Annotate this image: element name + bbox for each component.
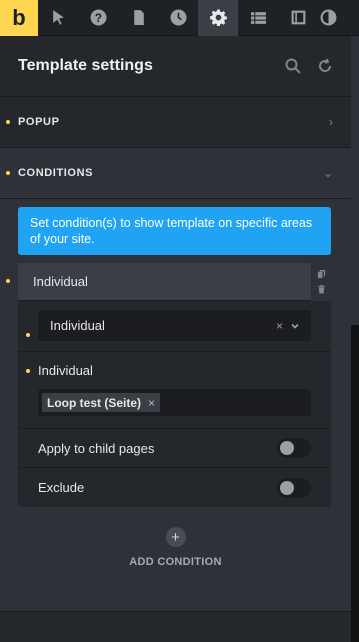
condition-type-row: Individual × <box>18 310 331 352</box>
apply-child-toggle[interactable] <box>277 438 311 458</box>
condition-title: Individual <box>33 274 88 289</box>
conditions-body: Set condition(s) to show template on spe… <box>0 199 351 612</box>
individual-tag-input[interactable]: Loop test (Seite) × <box>38 389 311 416</box>
chevron-down-icon: ⌄ <box>322 166 333 180</box>
top-toolbar: b ? <box>0 0 359 36</box>
page-title: Template settings <box>18 57 153 74</box>
modified-dot <box>26 333 30 337</box>
section-popup-label: POPUP <box>18 116 60 128</box>
apply-child-row: Apply to child pages <box>18 429 331 468</box>
condition-type-select[interactable]: Individual × <box>38 310 311 341</box>
condition-header[interactable]: Individual <box>18 263 331 301</box>
logo[interactable]: b <box>0 0 38 36</box>
modified-dot <box>6 171 10 175</box>
plus-icon[interactable]: + <box>165 527 186 547</box>
canvas-edge <box>351 325 359 642</box>
exclude-label: Exclude <box>38 480 85 495</box>
settings-panel: Template settings POPUP › CONDITIONS ⌄ S… <box>0 36 351 642</box>
exclude-row: Exclude <box>18 468 331 507</box>
history-icon[interactable] <box>158 0 198 36</box>
exclude-toggle[interactable] <box>277 477 311 498</box>
modified-dot <box>6 279 10 283</box>
settings-icon[interactable] <box>198 0 238 36</box>
individual-row: Individual Loop test (Seite) × <box>18 352 331 429</box>
info-message: Set condition(s) to show template on spe… <box>18 207 331 255</box>
layout-icon[interactable] <box>278 0 318 36</box>
individual-label: Individual <box>38 363 93 378</box>
panel-header: Template settings <box>0 36 351 97</box>
section-conditions[interactable]: CONDITIONS ⌄ <box>0 148 351 199</box>
cursor-icon[interactable] <box>38 0 78 36</box>
svg-text:?: ? <box>94 12 101 25</box>
help-icon[interactable]: ? <box>78 0 118 36</box>
condition-tools <box>311 263 331 301</box>
copy-icon[interactable] <box>317 270 326 279</box>
page-icon[interactable] <box>118 0 158 36</box>
apply-child-label: Apply to child pages <box>38 440 155 456</box>
add-condition[interactable]: + ADD CONDITION <box>0 527 351 568</box>
select-value: Individual <box>50 318 105 333</box>
trash-icon[interactable] <box>317 285 326 294</box>
selected-tag: Loop test (Seite) × <box>42 393 161 412</box>
section-popup[interactable]: POPUP › <box>0 97 351 148</box>
section-conditions-label: CONDITIONS <box>18 167 94 179</box>
chevron-down-icon <box>291 323 299 329</box>
search-icon[interactable] <box>285 58 301 74</box>
modified-dot <box>26 369 30 373</box>
add-condition-label[interactable]: ADD CONDITION <box>129 556 222 568</box>
tag-remove-icon[interactable]: × <box>148 396 155 410</box>
clear-icon[interactable]: × <box>276 319 283 333</box>
chevron-right-icon: › <box>329 115 333 129</box>
modified-dot <box>6 120 10 124</box>
refresh-icon[interactable] <box>317 58 333 74</box>
tag-label: Loop test (Seite) <box>47 395 142 410</box>
contrast-icon[interactable] <box>318 0 341 36</box>
condition-card: Individual Individual × Individual Loop … <box>6 263 331 507</box>
grid-icon[interactable] <box>238 0 278 36</box>
